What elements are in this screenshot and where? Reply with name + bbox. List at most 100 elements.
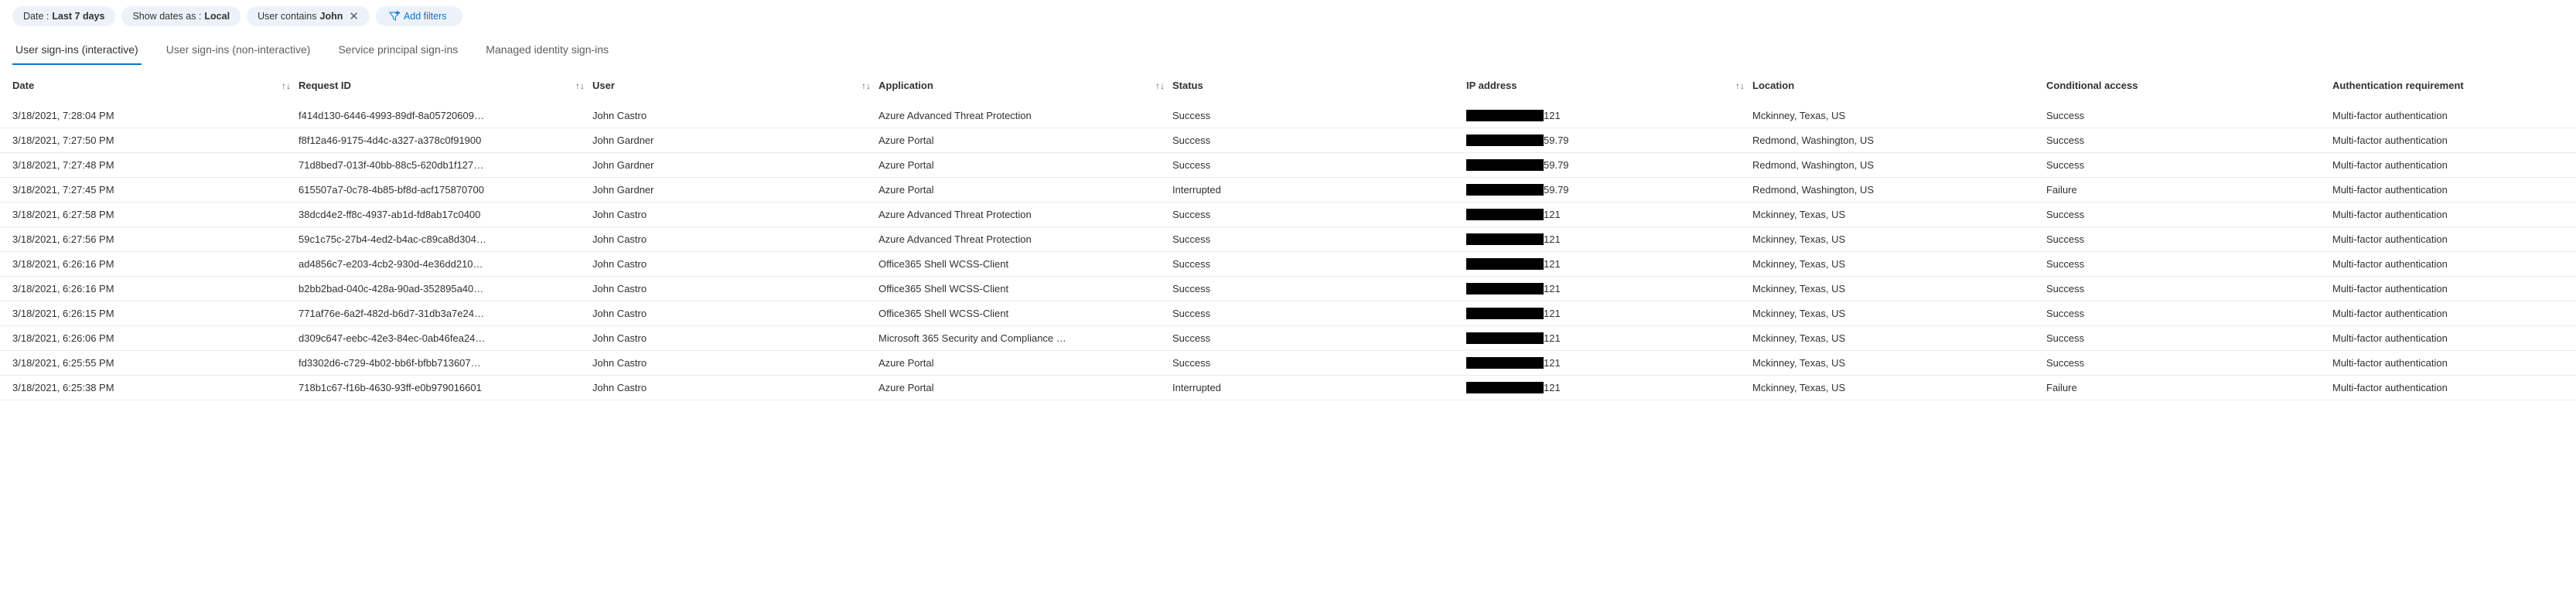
cell-auth-requirement: Multi-factor authentication — [2332, 184, 2576, 196]
tab-user-signins-interactive[interactable]: User sign-ins (interactive) — [12, 37, 142, 65]
close-icon[interactable]: ✕ — [349, 11, 359, 22]
table-row[interactable]: 3/18/2021, 7:28:04 PMf414d130-6446-4993-… — [0, 104, 2576, 128]
cell-ip: 121 — [1466, 283, 1752, 294]
table-body: 3/18/2021, 7:28:04 PMf414d130-6446-4993-… — [0, 104, 2576, 400]
filter-user-value: John — [320, 11, 343, 22]
ip-redaction-block — [1466, 110, 1544, 121]
cell-conditional-access: Success — [2046, 283, 2332, 294]
cell-date: 3/18/2021, 6:26:16 PM — [12, 283, 299, 294]
cell-request-id: d309c647-eebc-42e3-84ec-0ab46fea24… — [299, 332, 592, 344]
tab-service-principal-signins[interactable]: Service principal sign-ins — [335, 37, 461, 65]
ip-suffix: 59.79 — [1544, 134, 1569, 146]
table-row[interactable]: 3/18/2021, 6:25:55 PMfd3302d6-c729-4b02-… — [0, 351, 2576, 376]
table-row[interactable]: 3/18/2021, 6:26:16 PMb2bb2bad-040c-428a-… — [0, 277, 2576, 301]
cell-conditional-access: Success — [2046, 258, 2332, 270]
table-row[interactable]: 3/18/2021, 6:26:16 PMad4856c7-e203-4cb2-… — [0, 252, 2576, 277]
cell-application: Office365 Shell WCSS-Client — [879, 258, 1172, 270]
cell-auth-requirement: Multi-factor authentication — [2332, 308, 2576, 319]
cell-application: Azure Portal — [879, 159, 1172, 171]
cell-date: 3/18/2021, 6:26:16 PM — [12, 258, 299, 270]
tab-managed-identity-signins[interactable]: Managed identity sign-ins — [483, 37, 612, 65]
tabs-row: User sign-ins (interactive) User sign-in… — [0, 32, 2576, 66]
cell-status: Success — [1172, 283, 1466, 294]
col-header-location[interactable]: Location — [1752, 80, 2046, 91]
cell-location: Mckinney, Texas, US — [1752, 110, 2046, 121]
cell-user: John Castro — [592, 209, 879, 220]
cell-ip: 121 — [1466, 233, 1752, 245]
cell-conditional-access: Success — [2046, 209, 2332, 220]
cell-status: Success — [1172, 233, 1466, 245]
col-header-user[interactable]: User ↑↓ — [592, 80, 879, 91]
table-row[interactable]: 3/18/2021, 6:25:38 PM718b1c67-f16b-4630-… — [0, 376, 2576, 400]
filter-showdates-value: Local — [204, 11, 230, 22]
cell-application: Office365 Shell WCSS-Client — [879, 283, 1172, 294]
sort-icon: ↑↓ — [281, 80, 291, 91]
col-header-application[interactable]: Application ↑↓ — [879, 80, 1172, 91]
table-row[interactable]: 3/18/2021, 6:26:06 PMd309c647-eebc-42e3-… — [0, 326, 2576, 351]
cell-request-id: f414d130-6446-4993-89df-8a05720609… — [299, 110, 592, 121]
cell-user: John Gardner — [592, 184, 879, 196]
ip-redaction-block — [1466, 283, 1544, 294]
tab-user-signins-noninteractive[interactable]: User sign-ins (non-interactive) — [163, 37, 314, 65]
cell-request-id: fd3302d6-c729-4b02-bb6f-bfbb713607… — [299, 357, 592, 369]
cell-location: Mckinney, Texas, US — [1752, 382, 2046, 393]
cell-auth-requirement: Multi-factor authentication — [2332, 159, 2576, 171]
table-row[interactable]: 3/18/2021, 6:27:58 PM38dcd4e2-ff8c-4937-… — [0, 203, 2576, 227]
cell-ip: 59.79 — [1466, 159, 1752, 171]
col-header-request-id[interactable]: Request ID ↑↓ — [299, 80, 592, 91]
add-filter-wrapper: Add filters — [376, 6, 462, 26]
add-filters-label: Add filters — [404, 11, 447, 22]
cell-user: John Castro — [592, 258, 879, 270]
ip-redaction-block — [1466, 382, 1544, 393]
col-header-date[interactable]: Date ↑↓ — [12, 80, 299, 91]
cell-location: Mckinney, Texas, US — [1752, 209, 2046, 220]
cell-location: Mckinney, Texas, US — [1752, 258, 2046, 270]
col-header-auth-requirement[interactable]: Authentication requirement — [2332, 80, 2576, 91]
col-header-ip-label: IP address — [1466, 80, 1517, 91]
col-header-conditional-access[interactable]: Conditional access — [2046, 80, 2332, 91]
col-header-status[interactable]: Status — [1172, 80, 1466, 91]
cell-date: 3/18/2021, 7:28:04 PM — [12, 110, 299, 121]
cell-status: Interrupted — [1172, 382, 1466, 393]
ip-suffix: 121 — [1544, 258, 1561, 270]
cell-location: Mckinney, Texas, US — [1752, 233, 2046, 245]
col-header-request-id-label: Request ID — [299, 80, 351, 91]
col-header-conditional-access-label: Conditional access — [2046, 80, 2138, 91]
filter-date-value: Last 7 days — [52, 11, 104, 22]
cell-user: John Castro — [592, 332, 879, 344]
sort-icon: ↑↓ — [575, 80, 585, 91]
cell-location: Mckinney, Texas, US — [1752, 332, 2046, 344]
ip-suffix: 121 — [1544, 357, 1561, 369]
filter-show-dates-as[interactable]: Show dates as : Local — [121, 6, 241, 26]
cell-request-id: f8f12a46-9175-4d4c-a327-a378c0f91900 — [299, 134, 592, 146]
ip-suffix: 121 — [1544, 233, 1561, 245]
cell-application: Office365 Shell WCSS-Client — [879, 308, 1172, 319]
cell-request-id: 71d8bed7-013f-40bb-88c5-620db1f127… — [299, 159, 592, 171]
filter-user-contains[interactable]: User contains John ✕ — [247, 6, 370, 26]
table-row[interactable]: 3/18/2021, 6:26:15 PM771af76e-6a2f-482d-… — [0, 301, 2576, 326]
table-row[interactable]: 3/18/2021, 7:27:48 PM71d8bed7-013f-40bb-… — [0, 153, 2576, 178]
col-header-ip[interactable]: IP address ↑↓ — [1466, 80, 1752, 91]
cell-ip: 59.79 — [1466, 134, 1752, 146]
add-filters-button[interactable]: Add filters — [380, 7, 455, 26]
cell-auth-requirement: Multi-factor authentication — [2332, 382, 2576, 393]
filter-showdates-label: Show dates as : — [132, 11, 201, 22]
cell-application: Azure Portal — [879, 382, 1172, 393]
cell-conditional-access: Success — [2046, 134, 2332, 146]
filters-row: Date : Last 7 days Show dates as : Local… — [0, 0, 2576, 32]
cell-date: 3/18/2021, 6:27:56 PM — [12, 233, 299, 245]
ip-redaction-block — [1466, 332, 1544, 344]
cell-application: Azure Portal — [879, 184, 1172, 196]
filter-date-label: Date : — [23, 11, 49, 22]
table-row[interactable]: 3/18/2021, 7:27:50 PMf8f12a46-9175-4d4c-… — [0, 128, 2576, 153]
cell-conditional-access: Success — [2046, 233, 2332, 245]
cell-auth-requirement: Multi-factor authentication — [2332, 357, 2576, 369]
filter-date[interactable]: Date : Last 7 days — [12, 6, 115, 26]
cell-conditional-access: Success — [2046, 308, 2332, 319]
cell-user: John Gardner — [592, 134, 879, 146]
cell-request-id: 38dcd4e2-ff8c-4937-ab1d-fd8ab17c0400 — [299, 209, 592, 220]
table-row[interactable]: 3/18/2021, 7:27:45 PM615507a7-0c78-4b85-… — [0, 178, 2576, 203]
table-row[interactable]: 3/18/2021, 6:27:56 PM59c1c75c-27b4-4ed2-… — [0, 227, 2576, 252]
cell-ip: 121 — [1466, 110, 1752, 121]
cell-date: 3/18/2021, 6:26:06 PM — [12, 332, 299, 344]
